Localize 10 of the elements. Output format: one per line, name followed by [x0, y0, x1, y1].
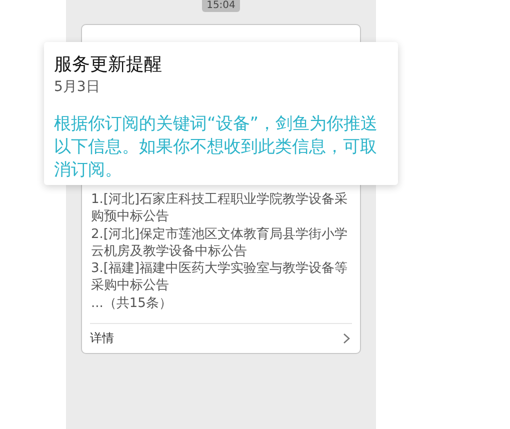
details-row[interactable]: 详情: [90, 323, 352, 354]
notification-date: 5月3日: [54, 78, 101, 97]
list-item-text: 1.[河北]石家庄科技工程职业学院教学设备采购预中标公告: [91, 191, 349, 226]
list-item-text: 3.[福建]福建中医药大学实验室与教学设备等采购中标公告: [91, 260, 349, 295]
notification-title: 服务更新提醒: [54, 53, 163, 77]
chevron-right-icon: [343, 333, 350, 344]
timestamp: 15:04: [202, 0, 240, 12]
list-item-text: ...（共15条）: [91, 294, 173, 312]
list-item-text: 2.[河北]保定市莲池区文体教育局县学街小学云机房及教学设备中标公告: [91, 226, 349, 260]
notification-body: 根据你订阅的关键词“设备”，剑鱼为你推送以下信息。如果你不想收到此类信息，可取消订阅。: [54, 113, 379, 182]
